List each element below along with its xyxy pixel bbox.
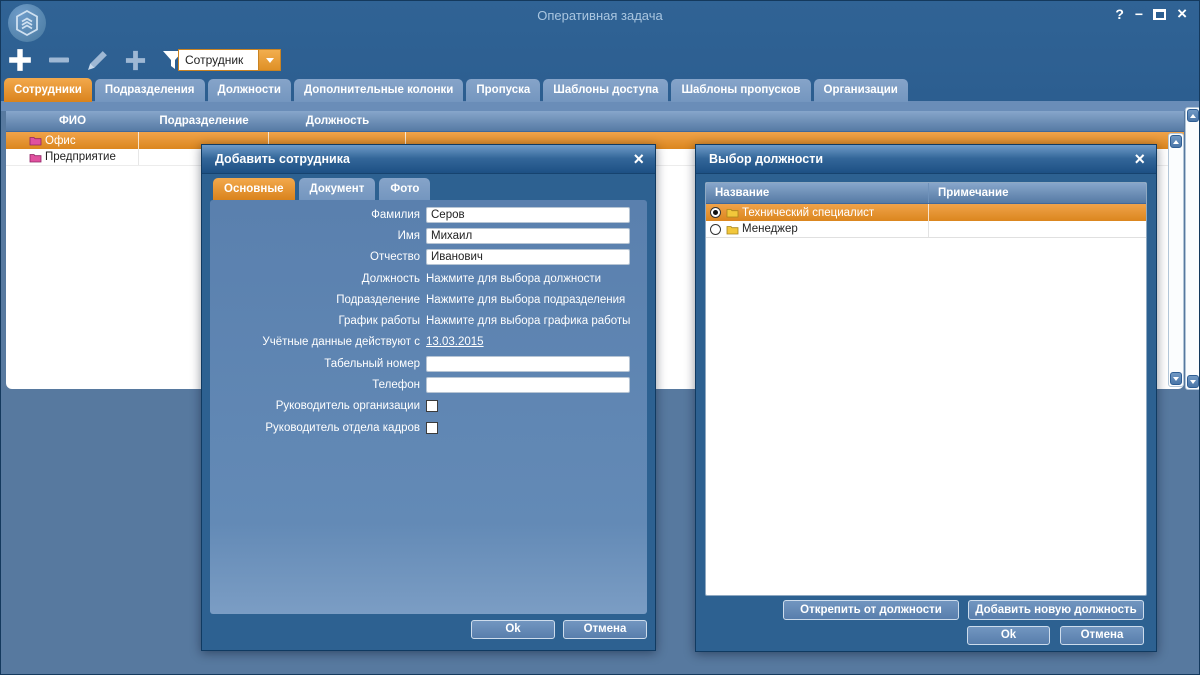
dialog-title: Добавить сотрудника: [215, 152, 350, 166]
pink-folder-icon: [29, 152, 42, 163]
main-tabs: Сотрудники Подразделения Должности Допол…: [4, 78, 908, 102]
first-name-field[interactable]: [426, 228, 630, 244]
add-new-position-button[interactable]: Добавить новую должность: [968, 600, 1144, 620]
position-name: Технический специалист: [742, 207, 874, 219]
yellow-folder-icon: [726, 224, 739, 235]
credentials-date-label: Учётные данные действуют с: [210, 336, 426, 348]
tab-pass-templates[interactable]: Шаблоны пропусков: [671, 79, 810, 102]
tab-passes[interactable]: Пропуска: [466, 79, 540, 102]
dialog-add-employee: Добавить сотрудника × Основные Документ …: [201, 144, 656, 651]
column-header-note[interactable]: Примечание: [928, 183, 1146, 203]
scroll-up-icon[interactable]: [1170, 135, 1182, 148]
edit-icon[interactable]: [85, 48, 110, 73]
radio-selected-icon[interactable]: [710, 207, 721, 218]
positions-list: Название Примечание Технический специали…: [705, 182, 1147, 596]
table-scrollbar[interactable]: [1168, 133, 1184, 387]
toolbar: [7, 46, 185, 74]
entity-selector-value: Сотрудник: [179, 50, 258, 70]
personnel-number-field[interactable]: [426, 356, 630, 372]
app-window: Оперативная задача ? − × Сотрудник Сотру…: [0, 0, 1200, 675]
tab-organizations[interactable]: Организации: [814, 79, 908, 102]
ok-button[interactable]: Ok: [471, 620, 555, 639]
add-secondary-icon[interactable]: [124, 49, 147, 72]
cancel-button[interactable]: Отмена: [1060, 626, 1144, 645]
dialog-select-position: Выбор должности × Название Примечание Те…: [695, 144, 1157, 652]
dialog-title-bar: Выбор должности ×: [696, 145, 1156, 174]
position-note: [928, 204, 1146, 221]
table-header: ФИО Подразделение Должность: [6, 111, 1184, 132]
remove-icon[interactable]: [47, 48, 71, 72]
tab-access-templates[interactable]: Шаблоны доступа: [543, 79, 668, 102]
tab-document[interactable]: Документ: [299, 178, 376, 200]
schedule-picker-link[interactable]: Нажмите для выбора графика работы: [426, 315, 630, 327]
first-name-label: Имя: [210, 230, 426, 242]
unpin-position-button[interactable]: Открепить от должности: [783, 600, 959, 620]
credentials-date-link[interactable]: 13.03.2015: [426, 336, 484, 348]
scroll-down-icon[interactable]: [1170, 372, 1182, 385]
radio-unselected-icon[interactable]: [710, 224, 721, 235]
help-button[interactable]: ?: [1115, 6, 1124, 22]
department-label: Подразделение: [210, 294, 426, 306]
yellow-folder-icon: [726, 207, 739, 218]
org-head-label: Руководитель организации: [210, 400, 426, 412]
org-head-checkbox[interactable]: [426, 400, 438, 412]
dialog-title-bar: Добавить сотрудника ×: [202, 145, 655, 174]
position-note: [928, 221, 1146, 237]
window-close-icon[interactable]: ×: [1177, 6, 1187, 22]
dialog-title: Выбор должности: [709, 152, 823, 166]
ok-button[interactable]: Ok: [967, 626, 1050, 645]
schedule-label: График работы: [210, 315, 426, 327]
column-header-fio[interactable]: ФИО: [6, 111, 139, 131]
row-label: Предприятие: [45, 151, 116, 163]
close-icon[interactable]: ×: [633, 148, 644, 170]
tab-main[interactable]: Основные: [213, 178, 295, 200]
phone-field[interactable]: [426, 377, 630, 393]
tab-employees[interactable]: Сотрудники: [4, 78, 92, 102]
chevron-down-icon[interactable]: [258, 50, 280, 70]
position-picker-link[interactable]: Нажмите для выбора должности: [426, 273, 601, 285]
tab-positions[interactable]: Должности: [208, 79, 291, 102]
entity-selector[interactable]: Сотрудник: [178, 49, 281, 71]
personnel-number-label: Табельный номер: [210, 358, 426, 370]
hr-head-label: Руководитель отдела кадров: [210, 422, 426, 434]
window-controls: ? − ×: [1115, 6, 1187, 22]
hr-head-checkbox[interactable]: [426, 422, 438, 434]
positions-list-header: Название Примечание: [706, 183, 1146, 204]
scroll-down-icon[interactable]: [1187, 375, 1199, 388]
employee-form: Фамилия Имя Отчество Должность Нажмите д…: [210, 200, 647, 614]
cancel-button[interactable]: Отмена: [563, 620, 647, 639]
position-label: Должность: [210, 273, 426, 285]
position-row-tech-specialist[interactable]: Технический специалист: [706, 204, 1146, 221]
phone-label: Телефон: [210, 379, 426, 391]
scroll-up-icon[interactable]: [1187, 109, 1199, 122]
last-name-label: Фамилия: [210, 209, 426, 221]
window-scrollbar[interactable]: [1185, 107, 1200, 390]
employee-dialog-tabs: Основные Документ Фото: [213, 178, 430, 200]
add-icon[interactable]: [7, 47, 33, 73]
column-header-name[interactable]: Название: [706, 183, 928, 203]
middle-name-label: Отчество: [210, 251, 426, 263]
restore-icon[interactable]: [1154, 9, 1166, 20]
pink-folder-icon: [29, 135, 42, 146]
window-title: Оперативная задача: [1, 8, 1199, 23]
column-header-position[interactable]: Должность: [269, 111, 406, 131]
row-label: Офис: [45, 135, 76, 147]
tab-departments[interactable]: Подразделения: [95, 79, 205, 102]
close-icon[interactable]: ×: [1134, 148, 1145, 170]
last-name-field[interactable]: [426, 207, 630, 223]
column-header-department[interactable]: Подразделение: [139, 111, 269, 131]
tab-extra-columns[interactable]: Дополнительные колонки: [294, 79, 463, 102]
tab-photo[interactable]: Фото: [379, 178, 430, 200]
position-name: Менеджер: [742, 223, 798, 235]
position-row-manager[interactable]: Менеджер: [706, 221, 1146, 238]
department-picker-link[interactable]: Нажмите для выбора подразделения: [426, 294, 625, 306]
minimize-button[interactable]: −: [1135, 6, 1143, 22]
tabstrip-underlay: [1, 101, 1199, 111]
middle-name-field[interactable]: [426, 249, 630, 265]
